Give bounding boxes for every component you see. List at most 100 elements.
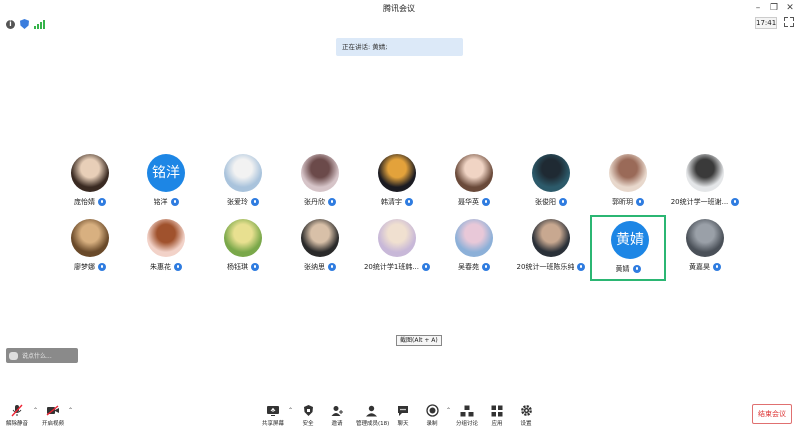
settings-button[interactable]: 设置	[511, 404, 541, 427]
participant-name: 韩清宇	[381, 198, 402, 206]
breakout-button[interactable]: 分组讨论	[452, 404, 482, 427]
participant-tile[interactable]: 20统计学一班谢...	[667, 154, 743, 220]
shield-icon[interactable]	[20, 19, 29, 29]
screenshot-tooltip: 截图(Alt + A)	[396, 335, 442, 346]
bottom-toolbar: 解除静音 ⌃ 开启视频 ⌃ 共享屏幕 ⌃ 安全 邀请 管理成员(18) 聊天 录…	[0, 400, 798, 429]
avatar	[301, 219, 339, 257]
participant-tile[interactable]: 廖梦娜	[52, 219, 128, 285]
participant-tile[interactable]: 20统计学1班韩...	[359, 219, 435, 285]
meeting-clock: 17:41	[755, 17, 777, 29]
participant-tile[interactable]: 铭洋 铭洋	[128, 154, 204, 220]
microphone-icon	[98, 198, 106, 206]
participant-tile[interactable]: 黄婧 黄婧	[590, 215, 666, 281]
avatar	[71, 154, 109, 192]
share-screen-icon	[267, 405, 279, 416]
participant-name: 张俊阳	[535, 198, 556, 206]
microphone-icon	[636, 198, 644, 206]
microphone-icon	[98, 263, 106, 271]
participant-tile[interactable]: 朱惠花	[128, 219, 204, 285]
record-button[interactable]: 录制	[417, 404, 447, 427]
avatar	[378, 154, 416, 192]
microphone-icon	[632, 265, 641, 273]
manage-members-button[interactable]: 管理成员(18)	[356, 404, 390, 427]
window-title: 腾讯会议	[383, 4, 415, 13]
security-button[interactable]: 安全	[293, 404, 323, 427]
minimize-icon[interactable]: –	[751, 2, 765, 14]
participant-name: 郭昕玥	[612, 198, 633, 206]
share-screen-label: 共享屏幕	[261, 421, 284, 427]
record-options-chevron-icon[interactable]: ⌃	[446, 407, 451, 414]
microphone-icon	[251, 198, 259, 206]
participant-tile[interactable]: 郭昕玥	[590, 154, 666, 220]
avatar: 黄婧	[611, 221, 649, 259]
participant-tile[interactable]: 庞怡婧	[52, 154, 128, 220]
breakout-label: 分组讨论	[455, 421, 478, 427]
apps-button[interactable]: 应用	[482, 404, 512, 427]
share-screen-button[interactable]: 共享屏幕	[258, 404, 288, 427]
avatar	[301, 154, 339, 192]
participant-name: 黄嘉昊	[689, 263, 710, 271]
info-icon[interactable]: i	[6, 19, 15, 29]
participant-tile[interactable]: 韩清宇	[359, 154, 435, 220]
participant-tile[interactable]: 聂华英	[436, 154, 512, 220]
participant-tile[interactable]: 杨钰琪	[205, 219, 281, 285]
unmute-label: 解除静音	[5, 421, 28, 427]
microphone-icon	[422, 263, 431, 271]
restore-icon[interactable]: ❐	[767, 2, 781, 14]
microphone-icon	[713, 263, 721, 271]
participant-tile[interactable]: 黄嘉昊	[667, 219, 743, 285]
gear-icon	[520, 405, 532, 416]
apps-grid-icon	[491, 405, 503, 416]
apps-label: 应用	[491, 421, 503, 427]
avatar	[224, 219, 262, 257]
signal-icon[interactable]	[34, 19, 45, 29]
security-label: 安全	[302, 421, 314, 427]
microphone-icon	[328, 263, 336, 271]
participant-tile[interactable]: 张纳思	[282, 219, 358, 285]
manage-members-label: 管理成员(18)	[356, 421, 390, 427]
participant-name: 20统计学1班韩...	[363, 263, 420, 271]
chat-placeholder: 说点什么...	[22, 353, 52, 360]
unmute-button[interactable]: 解除静音	[2, 404, 32, 427]
end-meeting-button[interactable]: 结束会议	[752, 404, 792, 424]
participant-tile[interactable]: 张丹欣	[282, 154, 358, 220]
avatar	[224, 154, 262, 192]
participant-tile[interactable]: 张俊阳	[513, 154, 589, 220]
participant-tile[interactable]: 吴春苑	[436, 219, 512, 285]
microphone-icon	[731, 198, 740, 206]
microphone-icon	[577, 263, 586, 271]
participant-tile[interactable]: 张爱玲	[205, 154, 281, 220]
record-icon	[425, 404, 439, 417]
participant-name: 朱惠花	[150, 263, 171, 271]
video-options-chevron-icon[interactable]: ⌃	[68, 407, 73, 414]
chat-icon	[398, 405, 408, 416]
invite-label: 邀请	[331, 421, 343, 427]
microphone-icon	[328, 198, 336, 206]
video-label: 开启视频	[41, 421, 64, 427]
participant-name: 铭洋	[153, 198, 168, 206]
microphone-icon	[482, 198, 490, 206]
chat-bubble-icon	[9, 351, 18, 360]
avatar: 铭洋	[147, 154, 185, 192]
close-icon[interactable]: ✕	[783, 2, 797, 14]
meeting-info-bar: i	[6, 18, 45, 30]
video-button[interactable]: 开启视频	[38, 404, 68, 427]
avatar	[686, 154, 724, 192]
chat-input[interactable]: 说点什么...	[6, 348, 78, 363]
chat-button[interactable]: 聊天	[388, 404, 418, 427]
avatar	[455, 219, 493, 257]
settings-label: 设置	[520, 421, 532, 427]
record-label: 录制	[426, 421, 438, 427]
avatar	[378, 219, 416, 257]
avatar	[532, 219, 570, 257]
avatar	[686, 219, 724, 257]
participant-name: 吴春苑	[458, 263, 479, 271]
chat-label: 聊天	[397, 421, 409, 427]
fullscreen-icon[interactable]	[784, 17, 794, 27]
camera-off-icon	[46, 405, 59, 416]
participant-name: 庞怡婧	[74, 198, 95, 206]
participant-tile[interactable]: 20统计一班陈乐纯	[513, 219, 589, 285]
participant-name: 张纳思	[304, 263, 325, 271]
avatar	[609, 154, 647, 192]
invite-button[interactable]: 邀请	[322, 404, 352, 427]
